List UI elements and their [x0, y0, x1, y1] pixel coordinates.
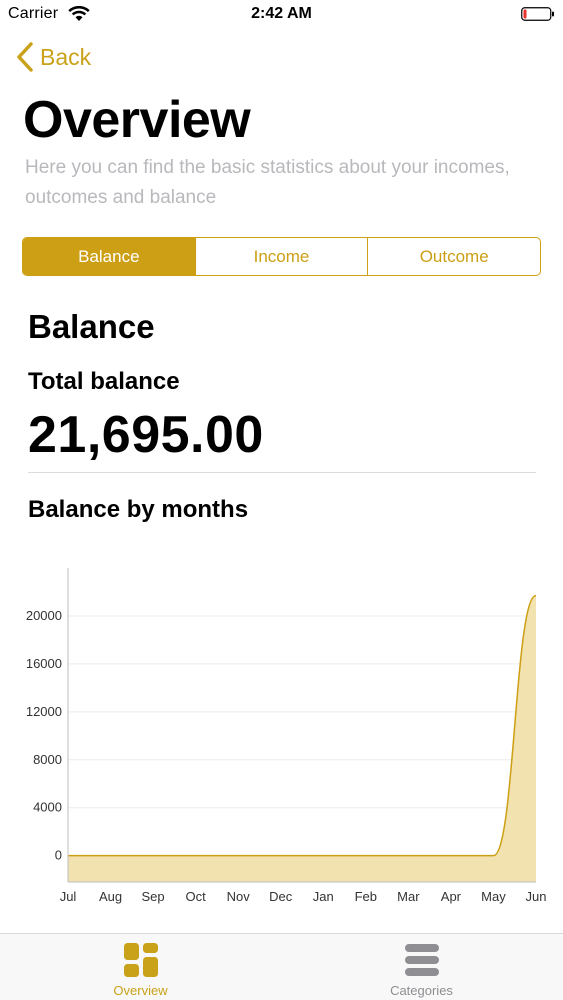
x-tick-label: Sep	[142, 889, 165, 904]
x-tick-label: Aug	[99, 889, 122, 904]
chevron-left-icon	[17, 42, 33, 72]
y-tick-label: 12000	[26, 704, 62, 719]
back-button[interactable]: Back	[14, 40, 91, 74]
balance-chart: 0 4000 8000 12000 16000 20000 Jul Aug Sep Oct Nov D…	[26, 568, 547, 904]
list-icon	[405, 944, 439, 976]
y-tick-label: 8000	[33, 752, 62, 767]
x-tick-label: Jul	[60, 889, 77, 904]
x-tick-label: Jun	[526, 889, 547, 904]
tab-overview[interactable]: Overview	[0, 934, 281, 1000]
divider	[28, 472, 536, 473]
x-tick-label: May	[481, 889, 506, 904]
x-tick-label: Dec	[269, 889, 293, 904]
y-tick-label: 20000	[26, 608, 62, 623]
grid-icon	[124, 943, 158, 977]
tab-categories[interactable]: Categories	[281, 934, 562, 1000]
tab-bar: Overview Categories	[0, 933, 563, 1000]
total-balance-value: 21,695.00	[28, 406, 264, 464]
balance-area	[68, 595, 536, 882]
x-tick-label: Jan	[313, 889, 334, 904]
back-label: Back	[40, 43, 92, 70]
x-tick-label: Feb	[355, 889, 377, 904]
battery-icon	[521, 7, 554, 21]
x-tick-label: Mar	[397, 889, 420, 904]
y-tick-label: 16000	[26, 656, 62, 671]
x-tick-label: Nov	[227, 889, 251, 904]
tab-categories-label: Categories	[390, 983, 453, 998]
clock: 2:42 AM	[251, 5, 312, 22]
segment-balance[interactable]: Balance	[23, 238, 195, 275]
total-balance-label: Total balance	[28, 368, 180, 395]
segment-income[interactable]: Income	[194, 238, 368, 275]
y-tick-label: 4000	[33, 800, 62, 815]
segmented-control: Balance Income Outcome	[22, 237, 541, 276]
x-tick-label: Apr	[441, 889, 462, 904]
page-subtitle: Here you can find the basic statistics a…	[25, 157, 510, 208]
status-bar: Carrier 2:42 AM	[0, 0, 563, 30]
tab-overview-label: Overview	[113, 983, 168, 998]
chart-title: Balance by months	[28, 496, 249, 523]
x-tick-label: Oct	[186, 889, 207, 904]
segment-outcome[interactable]: Outcome	[367, 238, 540, 275]
y-tick-label: 0	[55, 848, 62, 863]
section-title: Balance	[28, 308, 155, 345]
balance-line	[67, 594, 537, 857]
page-title: Overview	[23, 91, 251, 149]
